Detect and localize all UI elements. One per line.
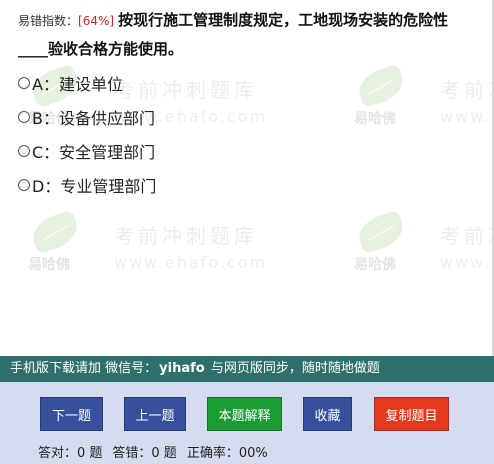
download-banner: 手机版下载请加 微信号： yihafo 与网页版同步，随时随地做题 — [0, 356, 494, 382]
radio-icon[interactable] — [18, 111, 30, 123]
control-bar: 下一题 上一题 本题解释 收藏 复制题目 答对：0 题答错：0 题正确率：00% — [0, 382, 494, 464]
favorite-button[interactable]: 收藏 — [303, 397, 352, 431]
radio-icon[interactable] — [18, 77, 30, 89]
answer-options: A：建设单位 B：设备供应部门 C：安全管理部门 D：专业管理部门 — [18, 66, 156, 202]
explain-button[interactable]: 本题解释 — [207, 397, 282, 431]
option-b[interactable]: B：设备供应部门 — [18, 100, 156, 134]
option-label: D：专业管理部门 — [32, 177, 157, 196]
option-d[interactable]: D：专业管理部门 — [18, 168, 156, 202]
option-c[interactable]: C：安全管理部门 — [18, 134, 156, 168]
radio-icon[interactable] — [18, 145, 30, 157]
wechat-id: yihafo — [159, 361, 205, 376]
wrong-count: 答错：0 题 — [112, 446, 177, 461]
watermark: 易哈佛 考前冲刺题库 www.ehafo.com — [350, 63, 492, 134]
question-stem: 易错指数：[64%] 按现行施工管理制度规定，工地现场安装的危险性 ____验收合… — [18, 6, 492, 63]
question-text-line1: 按现行施工管理制度规定，工地现场安装的危险性 — [118, 11, 449, 29]
option-a[interactable]: A：建设单位 — [18, 66, 156, 100]
ehafo-logo-icon: 易哈佛 — [24, 209, 86, 280]
banner-suffix: 与网页版同步，随时随地做题 — [210, 361, 380, 376]
ehafo-logo-icon: 易哈佛 — [350, 209, 412, 280]
option-label: C：安全管理部门 — [32, 143, 156, 162]
difficulty-label: 易错指数： — [18, 14, 79, 28]
question-panel: 易哈佛 考前冲刺题库 www.ehafo.com 易哈佛 考前冲刺题库 www.… — [0, 0, 494, 356]
prev-question-button[interactable]: 上一题 — [124, 397, 186, 431]
ehafo-logo-icon: 易哈佛 — [350, 63, 412, 134]
copy-question-button[interactable]: 复制题目 — [374, 397, 449, 431]
option-label: A：建设单位 — [32, 75, 123, 94]
watermark: 易哈佛 考前冲刺题库 www.ehafo.com — [24, 209, 267, 280]
accuracy-rate: 正确率：00% — [186, 446, 268, 461]
next-question-button[interactable]: 下一题 — [40, 397, 103, 431]
banner-prefix: 手机版下载请加 微信号： — [10, 361, 158, 376]
difficulty-value: [64%] — [78, 14, 115, 28]
score-stats: 答对：0 题答错：0 题正确率：00% — [38, 442, 278, 461]
radio-icon[interactable] — [18, 179, 30, 191]
watermark: 易哈佛 考前冲刺题库 www.ehafo.com — [350, 209, 492, 280]
question-text-line2: ____验收合格方能使用。 — [18, 40, 184, 58]
correct-count: 答对：0 题 — [38, 446, 103, 461]
option-label: B：设备供应部门 — [32, 109, 155, 128]
